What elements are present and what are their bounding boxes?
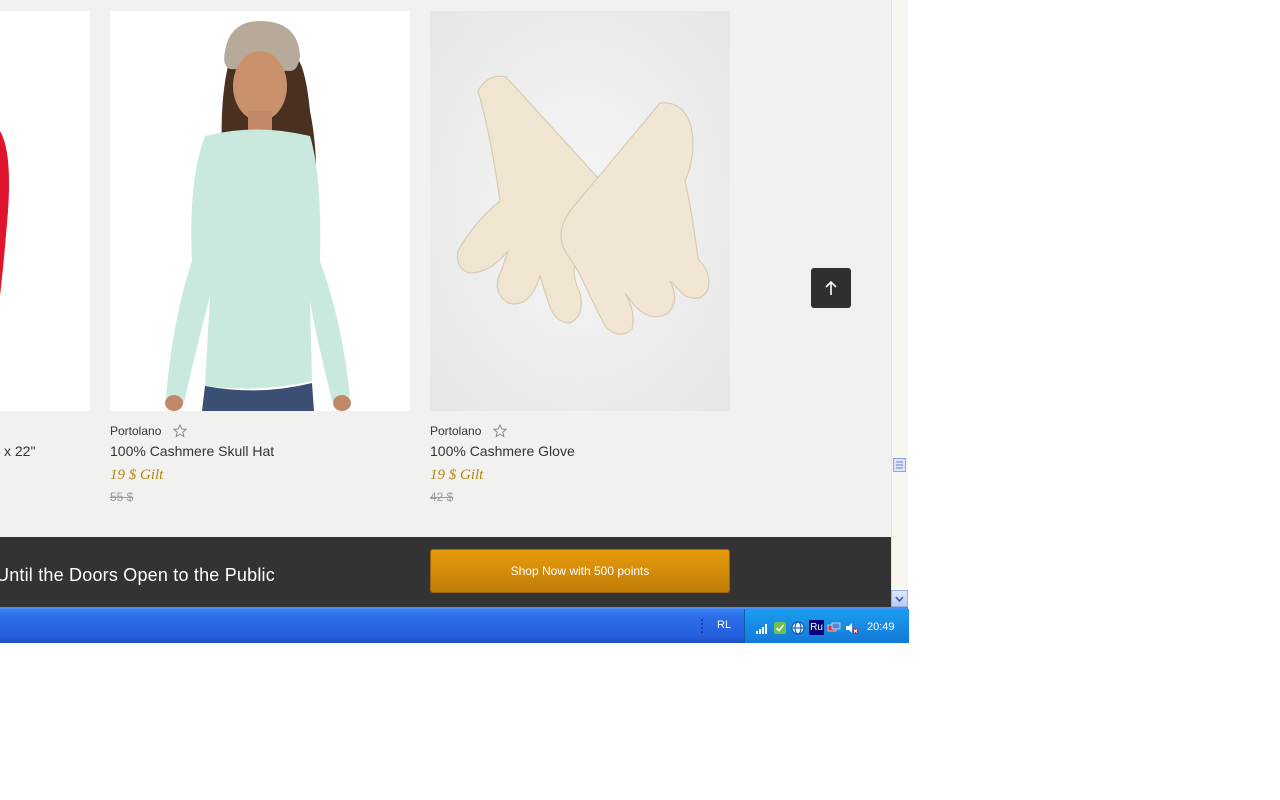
product-brand-3[interactable]: Portolano xyxy=(430,424,481,438)
network-globe-icon[interactable] xyxy=(791,621,805,635)
security-shield-icon[interactable] xyxy=(773,621,787,635)
arrow-up-icon xyxy=(825,280,837,295)
cashmere-hat-model-image xyxy=(110,11,410,411)
display-monitors-icon[interactable] xyxy=(827,621,841,635)
shop-now-button[interactable]: Shop Now with 500 points xyxy=(430,549,730,593)
star-outline-icon[interactable] xyxy=(173,424,187,438)
star-outline-icon[interactable] xyxy=(493,424,507,438)
product-name-1[interactable]: x 22" xyxy=(4,443,35,459)
scroll-down-button[interactable] xyxy=(891,590,908,607)
product-price-2: 19 $ Gilt xyxy=(110,467,164,483)
system-clock[interactable]: 20:49 xyxy=(867,621,895,633)
product-brand-2[interactable]: Portolano xyxy=(110,424,161,438)
product-name-3[interactable]: 100% Cashmere Glove xyxy=(430,443,575,459)
product-image-1[interactable] xyxy=(0,11,90,411)
windows-taskbar: RL Ru 20:49 xyxy=(0,607,909,643)
back-to-top-button[interactable] xyxy=(811,268,851,308)
product-original-price-2: 55 $ xyxy=(110,490,134,504)
cashmere-glove-image xyxy=(430,11,730,411)
vertical-scrollbar[interactable] xyxy=(891,0,908,607)
banner-text: Until the Doors Open to the Public xyxy=(0,565,275,585)
chevron-down-icon xyxy=(895,596,904,602)
language-bar[interactable]: RL xyxy=(717,619,731,631)
product-grid-page: x 22" Portolano 100% Cashmere Skull Hat … xyxy=(0,0,891,607)
product-original-price-3: 42 $ xyxy=(430,490,454,504)
scroll-thumb-grip-icon[interactable] xyxy=(893,458,906,472)
signal-icon[interactable] xyxy=(755,621,769,635)
product-image-3[interactable] xyxy=(430,11,730,411)
promo-banner: Until the Doors Open to the Public Shop … xyxy=(0,537,891,607)
red-sweater-image xyxy=(0,11,90,411)
system-tray: Ru 20:49 xyxy=(744,609,909,643)
product-name-2[interactable]: 100% Cashmere Skull Hat xyxy=(110,443,274,459)
product-price-3: 19 $ Gilt xyxy=(430,467,484,483)
product-image-2[interactable] xyxy=(110,11,410,411)
keyboard-language-indicator[interactable]: Ru xyxy=(809,620,824,635)
taskbar-grip-icon xyxy=(701,619,703,633)
volume-muted-icon[interactable] xyxy=(845,621,859,635)
